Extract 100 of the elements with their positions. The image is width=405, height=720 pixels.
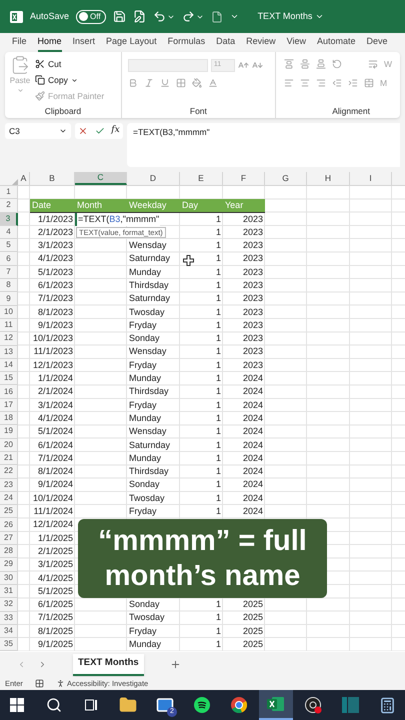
row-number[interactable]: 30 xyxy=(0,572,18,585)
row-number[interactable]: 23 xyxy=(0,478,18,492)
next-sheet-icon[interactable] xyxy=(38,660,47,669)
ribbon-tab[interactable]: View xyxy=(286,34,306,52)
row-number[interactable]: 9 xyxy=(0,292,18,306)
function-label[interactable]: fx xyxy=(111,124,120,138)
row-number[interactable]: 2 xyxy=(0,199,18,213)
bottom-align-icon[interactable] xyxy=(316,59,326,70)
table-cell-text: Wensday xyxy=(129,345,166,358)
underline-icon[interactable] xyxy=(160,78,170,88)
column-header[interactable]: F xyxy=(223,172,265,185)
add-sheet-icon[interactable] xyxy=(170,659,181,670)
orientation-icon[interactable] xyxy=(332,59,342,70)
table-cell-text: 2024 xyxy=(242,385,263,398)
column-header[interactable]: I xyxy=(350,172,392,185)
row-number[interactable]: 10 xyxy=(0,306,18,319)
italic-icon[interactable] xyxy=(144,78,154,88)
file-edit-icon[interactable] xyxy=(132,10,146,23)
ribbon-tab[interactable]: Deve xyxy=(366,34,388,52)
clipboard-button[interactable]: Copy xyxy=(35,73,104,87)
wrap-text-icon[interactable] xyxy=(368,59,378,70)
clipboard-button[interactable]: Cut xyxy=(35,57,104,71)
ribbon-tab[interactable]: Automate xyxy=(317,34,356,52)
borders-icon[interactable] xyxy=(176,78,186,88)
increase-indent-icon[interactable] xyxy=(348,78,358,88)
ribbon-tab[interactable]: Formulas xyxy=(168,34,206,52)
caret-icon xyxy=(70,76,78,84)
row-number[interactable]: 8 xyxy=(0,279,18,292)
name-box[interactable]: C3 xyxy=(5,123,71,139)
row-number[interactable]: 24 xyxy=(0,492,18,506)
row-number[interactable]: 22 xyxy=(0,465,18,479)
column-header[interactable]: E xyxy=(180,172,223,185)
row-number[interactable]: 31 xyxy=(0,584,18,598)
table-cell-text: Munday xyxy=(129,372,162,386)
row-number[interactable]: 33 xyxy=(0,612,18,625)
row-number[interactable]: 18 xyxy=(0,412,18,426)
row-number[interactable]: 29 xyxy=(0,558,18,572)
bold-icon[interactable] xyxy=(128,78,138,88)
cancel-icon[interactable] xyxy=(78,126,88,136)
table-cell-text: 1 xyxy=(216,226,221,239)
row-number[interactable]: 12 xyxy=(0,332,18,346)
row-number[interactable]: 15 xyxy=(0,372,18,386)
align-center-icon[interactable] xyxy=(300,78,310,88)
ribbon-tab[interactable]: Insert xyxy=(72,34,96,52)
document-title[interactable]: TEXT Months xyxy=(258,10,324,24)
row-number[interactable]: 1 xyxy=(0,186,18,200)
previous-sheet-icon[interactable] xyxy=(17,660,26,669)
align-left-icon[interactable] xyxy=(284,78,294,88)
row-number[interactable]: 6 xyxy=(0,252,18,266)
row-number[interactable]: 3 xyxy=(0,212,18,226)
enter-icon[interactable] xyxy=(94,126,105,136)
column-header[interactable]: A xyxy=(18,172,30,185)
font-name-field[interactable] xyxy=(128,59,208,72)
table-cell-text: Fryday xyxy=(129,318,157,332)
row-number[interactable]: 34 xyxy=(0,624,18,638)
panel-icon xyxy=(342,697,358,713)
merge-icon[interactable] xyxy=(364,78,374,88)
shrink-font-icon[interactable] xyxy=(252,60,263,71)
ribbon-tab[interactable]: Page Layout xyxy=(106,34,157,52)
fill-color-icon[interactable] xyxy=(192,78,202,88)
top-align-icon[interactable] xyxy=(284,59,294,70)
autosave-toggle[interactable]: Off xyxy=(76,10,106,24)
row-number[interactable]: 4 xyxy=(0,226,18,240)
row-number[interactable]: 21 xyxy=(0,452,18,466)
decrease-indent-icon[interactable] xyxy=(332,78,342,88)
font-color-icon[interactable] xyxy=(208,78,218,88)
new-file-icon[interactable] xyxy=(210,10,223,22)
column-header[interactable]: H xyxy=(307,172,350,185)
row-number[interactable]: 35 xyxy=(0,638,18,652)
column-header[interactable]: C xyxy=(75,172,127,185)
redo-icon[interactable] xyxy=(182,10,195,23)
row-number[interactable]: 26 xyxy=(0,518,18,532)
row-number[interactable]: 28 xyxy=(0,545,18,558)
ribbon-tab[interactable]: Data xyxy=(216,34,236,52)
customize-caret-icon[interactable] xyxy=(230,12,239,21)
save-icon[interactable] xyxy=(112,10,126,23)
row-number[interactable]: 14 xyxy=(0,358,18,372)
row-number[interactable]: 32 xyxy=(0,598,18,612)
row-number[interactable]: 7 xyxy=(0,266,18,280)
row-number[interactable]: 11 xyxy=(0,318,18,332)
undo-icon[interactable] xyxy=(152,10,166,23)
grow-font-icon[interactable] xyxy=(238,60,249,71)
row-number[interactable]: 27 xyxy=(0,532,18,546)
formula-field[interactable]: =TEXT(B3,"mmmm" xyxy=(127,123,400,167)
row-number[interactable]: 5 xyxy=(0,239,18,252)
row-number[interactable]: 25 xyxy=(0,505,18,518)
row-number[interactable]: 19 xyxy=(0,425,18,439)
align-right-icon[interactable] xyxy=(316,78,326,88)
row-number[interactable]: 16 xyxy=(0,385,18,399)
macro-icon[interactable] xyxy=(34,679,44,688)
table-cell-text: 9/1/2025 xyxy=(38,638,73,651)
ribbon-tab[interactable]: File xyxy=(12,34,27,52)
row-number[interactable]: 13 xyxy=(0,346,18,359)
sheet-tab[interactable]: TEXT Months xyxy=(73,654,144,676)
column-header[interactable]: D xyxy=(127,172,180,185)
row-number[interactable]: 20 xyxy=(0,438,18,452)
middle-align-icon[interactable] xyxy=(300,59,310,70)
row-number[interactable]: 17 xyxy=(0,398,18,412)
ribbon-tab[interactable]: Review xyxy=(246,34,276,52)
column-header[interactable]: G xyxy=(265,172,307,185)
